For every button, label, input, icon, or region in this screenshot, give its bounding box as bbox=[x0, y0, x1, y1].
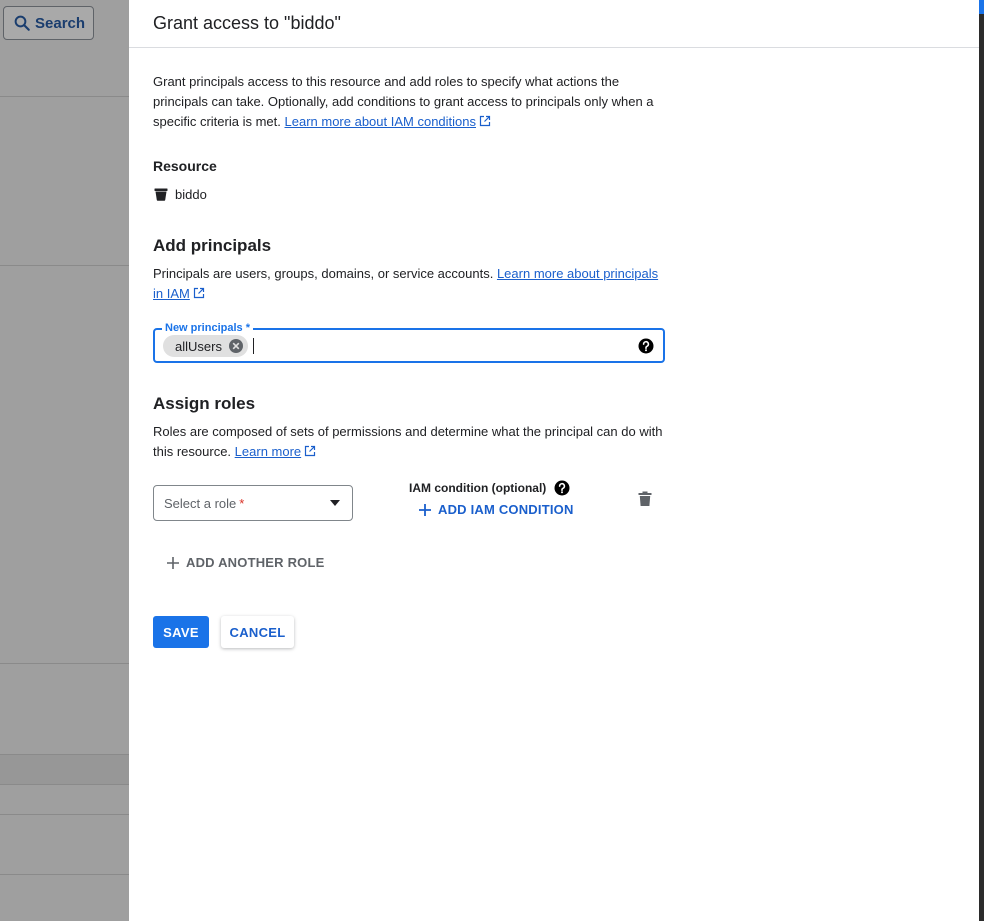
help-icon[interactable] bbox=[638, 338, 654, 354]
help-icon[interactable] bbox=[554, 480, 570, 496]
background-divider bbox=[0, 754, 129, 755]
new-principals-label: New principals * bbox=[162, 321, 253, 335]
bucket-icon bbox=[154, 188, 168, 201]
role-select-placeholder: Select a role bbox=[164, 495, 237, 511]
roles-description: Roles are composed of sets of permission… bbox=[153, 422, 665, 462]
background-search-label: Search bbox=[35, 14, 86, 32]
principals-description: Principals are users, groups, domains, o… bbox=[153, 264, 665, 304]
role-select[interactable]: Select a role * bbox=[153, 485, 353, 521]
background-band bbox=[0, 754, 129, 784]
principals-description-text: Principals are users, groups, domains, o… bbox=[153, 266, 494, 281]
roles-description-text: Roles are composed of sets of permission… bbox=[153, 424, 663, 459]
background-divider bbox=[0, 814, 129, 815]
search-icon bbox=[14, 15, 30, 31]
background-search-button: Search bbox=[3, 6, 94, 40]
principal-chip: allUsers bbox=[163, 335, 248, 357]
external-link-icon bbox=[479, 115, 491, 127]
new-principals-field[interactable]: New principals * allUsers bbox=[153, 321, 665, 363]
cancel-button[interactable]: CANCEL bbox=[221, 616, 294, 648]
background-divider bbox=[0, 874, 129, 875]
iam-condition-label: IAM condition (optional) bbox=[409, 481, 547, 495]
save-button[interactable]: SAVE bbox=[153, 616, 209, 648]
required-mark: * bbox=[239, 495, 245, 511]
grant-access-panel: Grant access to "biddo" Grant principals… bbox=[129, 0, 979, 921]
add-iam-condition-label: ADD IAM CONDITION bbox=[438, 502, 574, 517]
principal-chip-label: allUsers bbox=[175, 338, 222, 354]
external-link-icon bbox=[193, 287, 204, 299]
plus-icon bbox=[167, 556, 179, 569]
page-scrollbar-track bbox=[979, 0, 984, 921]
dropdown-arrow-icon bbox=[330, 500, 340, 506]
add-iam-condition-button[interactable]: ADD IAM CONDITION bbox=[418, 502, 574, 517]
resource-name: biddo bbox=[175, 186, 207, 202]
assign-roles-heading: Assign roles bbox=[153, 394, 256, 413]
remove-chip-icon[interactable] bbox=[228, 338, 244, 354]
add-another-role-label: ADD ANOTHER ROLE bbox=[186, 555, 325, 570]
resource-label: Resource bbox=[153, 158, 217, 174]
plus-icon bbox=[419, 503, 431, 516]
background-page: Search bbox=[0, 0, 129, 921]
panel-title: Grant access to "biddo" bbox=[153, 13, 341, 33]
text-caret bbox=[253, 338, 254, 354]
background-divider bbox=[0, 784, 129, 785]
page-scrollbar-accent bbox=[979, 0, 984, 14]
background-divider bbox=[0, 96, 129, 97]
background-divider bbox=[0, 265, 129, 266]
roles-learn-more-link[interactable]: Learn more bbox=[235, 444, 301, 459]
add-another-role-button[interactable]: ADD ANOTHER ROLE bbox=[166, 555, 325, 570]
resource-row: biddo bbox=[153, 186, 207, 202]
external-link-icon bbox=[305, 445, 316, 457]
background-divider bbox=[0, 663, 129, 664]
panel-header: Grant access to "biddo" bbox=[129, 0, 979, 48]
iam-condition-label-row: IAM condition (optional) bbox=[409, 480, 570, 496]
iam-conditions-link[interactable]: Learn more about IAM conditions bbox=[285, 114, 477, 129]
add-principals-heading: Add principals bbox=[153, 236, 272, 255]
intro-paragraph: Grant principals access to this resource… bbox=[153, 72, 665, 132]
trash-icon[interactable] bbox=[638, 491, 652, 507]
